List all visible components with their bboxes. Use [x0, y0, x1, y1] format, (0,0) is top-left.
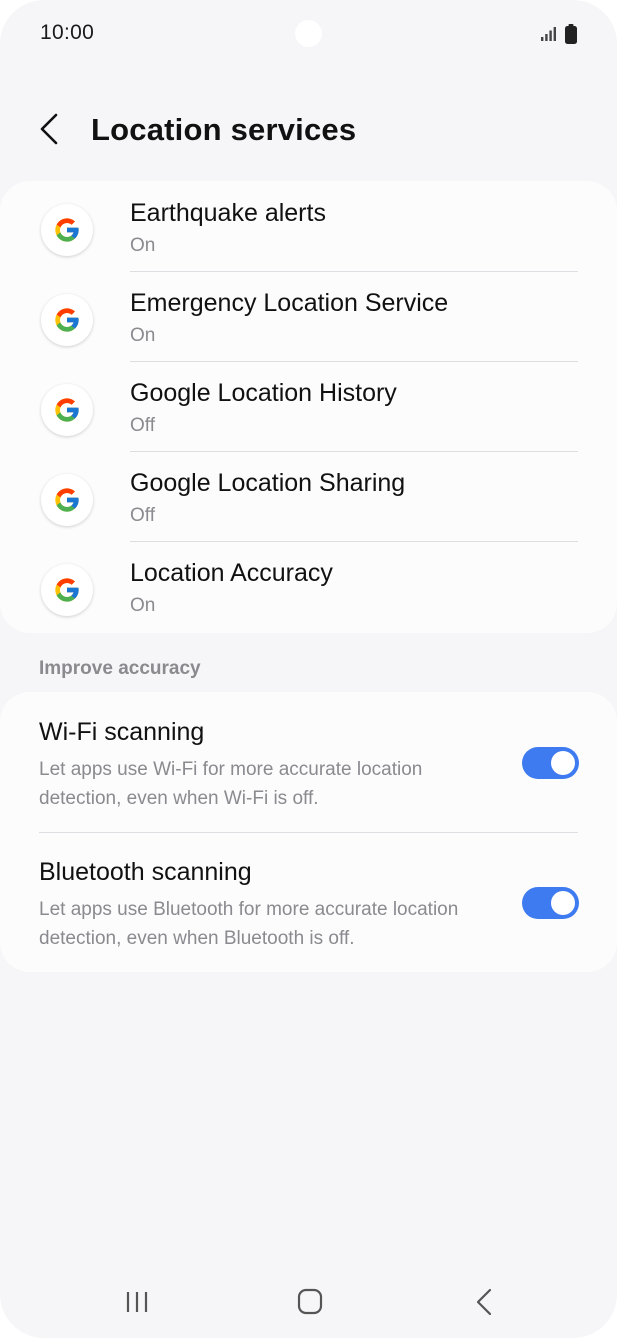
toggle-title: Bluetooth scanning [39, 858, 252, 886]
back-icon [476, 1288, 492, 1316]
toggle-description: Let apps use Bluetooth for more accurate… [39, 899, 459, 949]
service-title: Emergency Location Service [130, 289, 449, 317]
chevron-left-icon [40, 113, 58, 145]
toggle-title: Wi-Fi scanning [39, 718, 205, 746]
service-status: On [130, 595, 156, 616]
service-title: Google Location Sharing [130, 469, 406, 497]
service-title: Location Accuracy [130, 559, 333, 587]
service-item-emergency-location-service[interactable]: Emergency Location Service On [0, 271, 617, 362]
service-status: Off [130, 505, 155, 526]
status-bar: 10:00 [0, 0, 617, 70]
improve-accuracy-card: Wi-Fi scanning Let apps use Wi-Fi for mo… [0, 692, 617, 972]
bluetooth-scanning-item[interactable]: Bluetooth scanning Let apps use Bluetoot… [0, 832, 617, 972]
home-icon [297, 1288, 323, 1315]
google-g-icon [41, 294, 93, 346]
status-time: 10:00 [40, 21, 95, 44]
signal-icon [541, 27, 556, 41]
toggle-knob [551, 891, 575, 915]
page-title: Location services [91, 112, 357, 147]
navigation-bar [0, 1270, 617, 1338]
service-title: Google Location History [130, 379, 397, 407]
front-camera [295, 20, 322, 47]
section-label-improve-accuracy: Improve accuracy [39, 658, 201, 679]
service-title: Earthquake alerts [130, 199, 326, 227]
service-item-earthquake-alerts[interactable]: Earthquake alerts On [0, 181, 617, 272]
wifi-scanning-item[interactable]: Wi-Fi scanning Let apps use Wi-Fi for mo… [0, 692, 617, 833]
nav-back-button[interactable] [460, 1284, 504, 1320]
recent-apps-button[interactable] [116, 1284, 160, 1320]
service-status: Off [130, 415, 155, 436]
service-item-google-location-history[interactable]: Google Location History Off [0, 361, 617, 452]
services-card: Earthquake alerts On Emergency Location … [0, 181, 617, 633]
service-item-google-location-sharing[interactable]: Google Location Sharing Off [0, 451, 617, 542]
service-status: On [130, 235, 156, 256]
toggle-knob [551, 751, 575, 775]
google-g-icon [41, 474, 93, 526]
service-status: On [130, 325, 156, 346]
google-g-icon [41, 204, 93, 256]
app-header: Location services [0, 100, 617, 164]
wifi-scanning-toggle[interactable] [522, 747, 579, 779]
toggle-description: Let apps use Wi-Fi for more accurate loc… [39, 759, 423, 809]
bluetooth-scanning-toggle[interactable] [522, 887, 579, 919]
google-g-icon [41, 564, 93, 616]
service-item-location-accuracy[interactable]: Location Accuracy On [0, 541, 617, 631]
back-button[interactable] [30, 110, 70, 150]
recent-apps-icon [126, 1292, 148, 1312]
google-g-icon [41, 384, 93, 436]
home-button[interactable] [288, 1284, 332, 1320]
battery-icon [565, 24, 577, 44]
phone-screen: 10:00 Location services Earthquake alert… [0, 0, 617, 1338]
